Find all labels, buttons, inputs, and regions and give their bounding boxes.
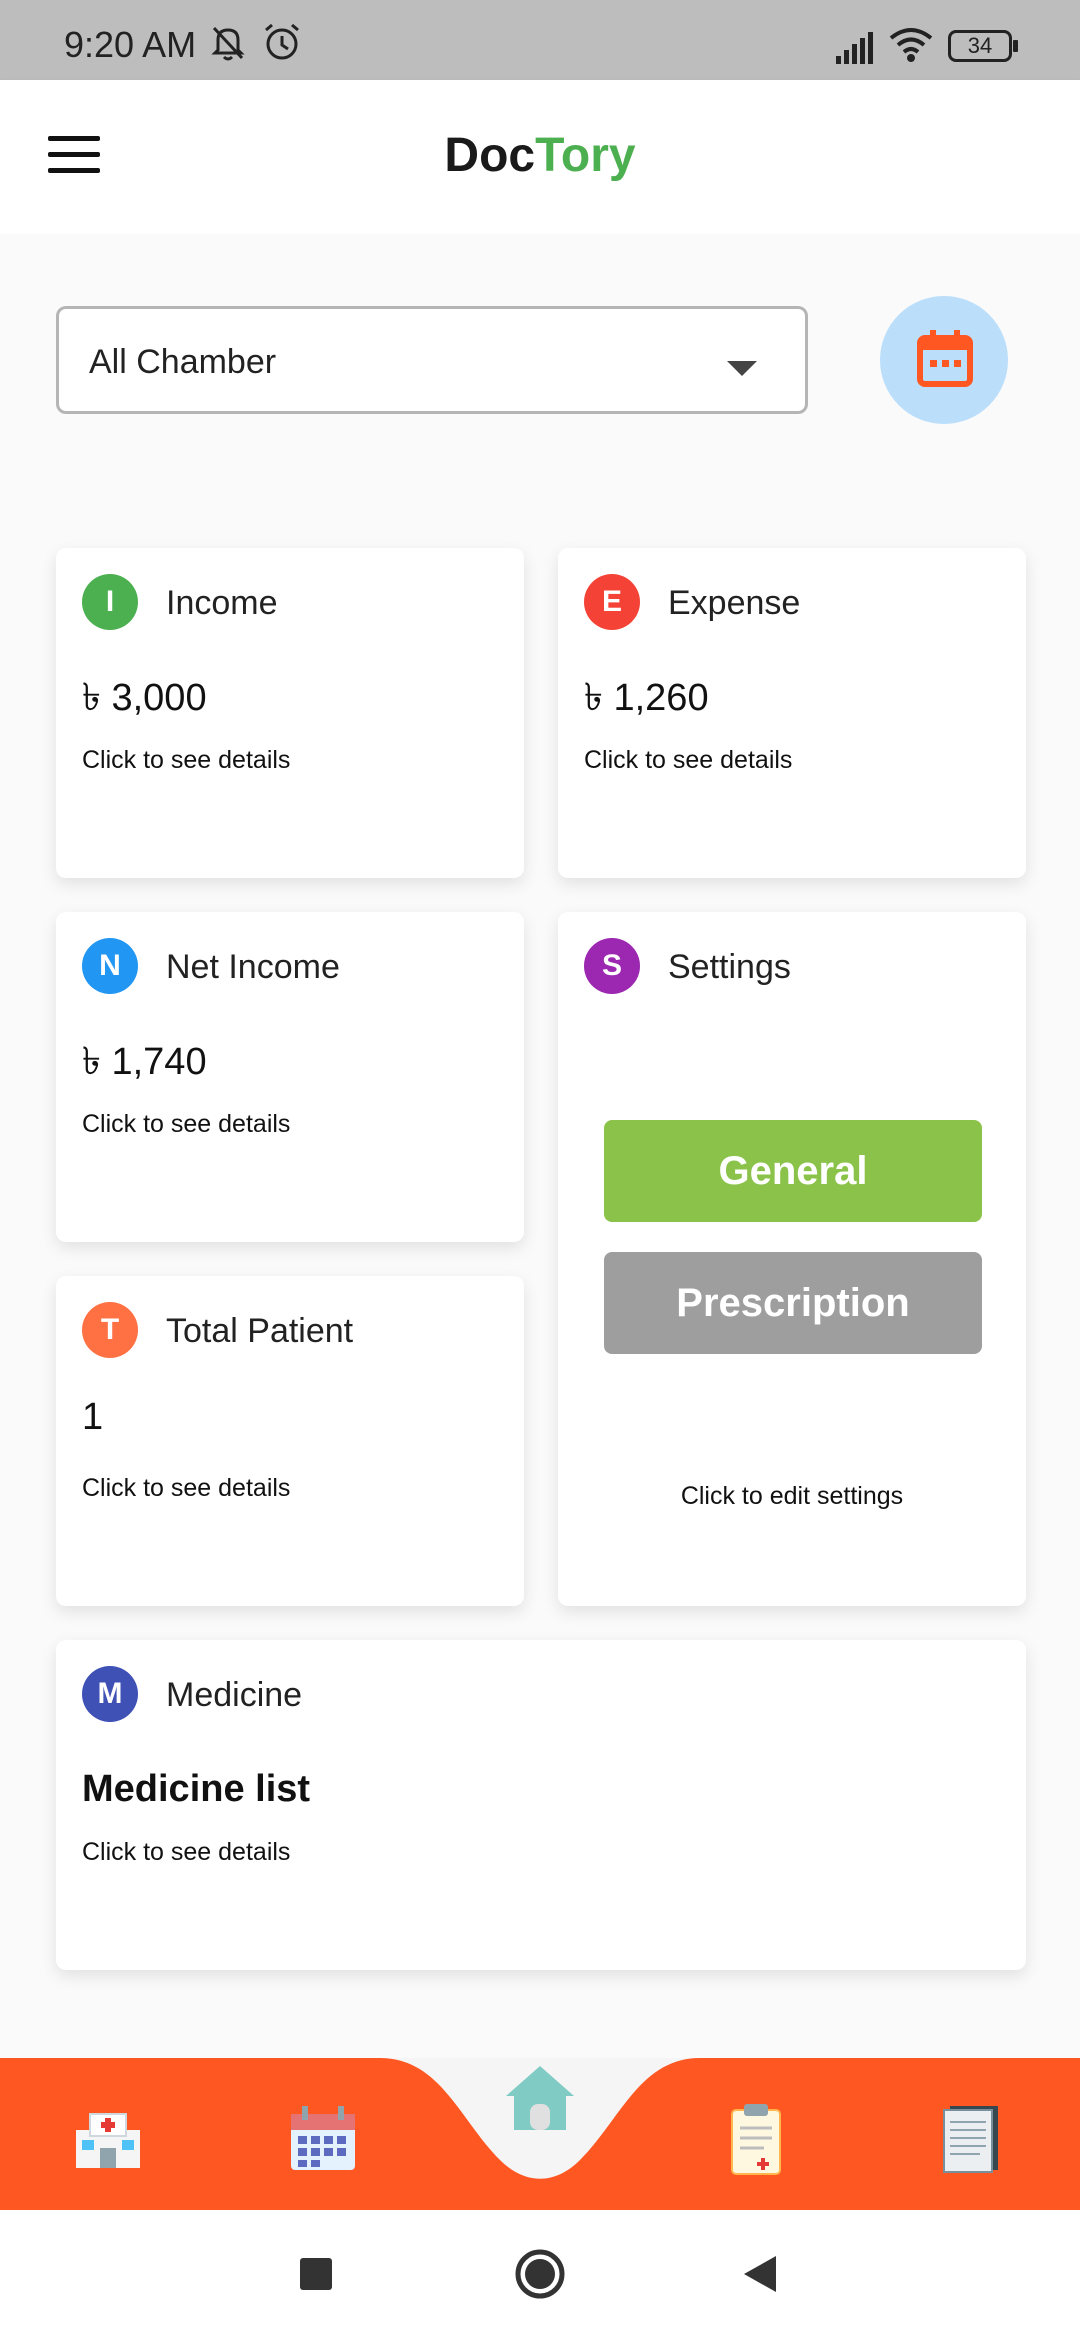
medicine-title: Medicine [166,1676,303,1714]
expense-card[interactable]: E Expense ৳ 1,260 Click to see details [558,548,1026,878]
app-title-part2: Tory [535,129,636,182]
net-income-avatar: N [82,938,138,994]
income-avatar: I [82,574,138,630]
total-patient-card[interactable]: T Total Patient 1 Click to see details [56,1276,524,1606]
battery-indicator: 34 [948,30,1012,62]
medicine-card[interactable]: M Medicine Medicine list Click to see de… [56,1640,1026,1970]
calendar-icon [917,330,973,387]
net-income-card[interactable]: N Net Income ৳ 1,740 Click to see detail… [56,912,524,1242]
net-income-hint: Click to see details [82,1110,291,1138]
medicine-hint: Click to see details [82,1838,291,1866]
net-income-title: Net Income [166,948,340,986]
battery-level: 34 [967,33,993,58]
calendar-icon[interactable] [288,2104,358,2174]
chamber-dropdown[interactable]: All Chamber [56,306,808,414]
signal-icon [836,32,873,64]
alarm-icon [265,23,299,60]
income-hint: Click to see details [82,746,291,774]
net-income-value: ৳ 1,740 [82,1041,207,1083]
bottom-navigation [0,2010,1080,2210]
expense-hint: Click to see details [584,746,793,774]
calendar-button[interactable] [880,296,1008,424]
settings-card[interactable]: S Settings General Prescription Click to… [558,912,1026,1606]
expense-value: ৳ 1,260 [584,677,709,719]
wifi-icon [889,28,933,62]
general-settings-button[interactable]: General [604,1120,982,1222]
income-title: Income [166,584,278,622]
expense-title: Expense [668,584,801,622]
settings-title: Settings [668,948,791,986]
app-title-part1: Doc [444,129,536,182]
chamber-dropdown-value: All Chamber [89,343,277,381]
income-value: ৳ 3,000 [82,677,207,719]
total-patient-value: 1 [82,1396,104,1438]
battery-tip [1013,40,1018,52]
system-navigation-bar [0,2210,1080,2340]
back-button[interactable] [742,2254,778,2294]
home-button[interactable] [514,2248,566,2300]
prescription-settings-button[interactable]: Prescription [604,1252,982,1354]
medicine-avatar: M [82,1666,138,1722]
recents-button[interactable] [300,2258,332,2290]
app-title: DocTory [0,128,1080,183]
expense-avatar: E [584,574,640,630]
mute-icon [211,26,245,61]
home-icon[interactable] [504,2062,576,2132]
dashboard-content: All Chamber I Income ৳ 3,000 Click to se… [0,234,1080,2058]
settings-avatar: S [584,938,640,994]
status-bar: 9:20 AM 34 [0,0,1080,80]
clipboard-icon[interactable] [728,2102,784,2176]
app-bar: DocTory [0,80,1080,234]
income-card[interactable]: I Income ৳ 3,000 Click to see details [56,548,524,878]
chevron-down-icon [727,361,757,376]
total-patient-avatar: T [82,1302,138,1358]
status-time: 9:20 AM [64,24,197,65]
notes-icon[interactable] [940,2102,1002,2174]
total-patient-hint: Click to see details [82,1474,291,1502]
hospital-icon[interactable] [72,2110,144,2170]
settings-hint: Click to edit settings [680,1482,904,1510]
medicine-value: Medicine list [82,1768,311,1810]
total-patient-title: Total Patient [166,1312,354,1350]
